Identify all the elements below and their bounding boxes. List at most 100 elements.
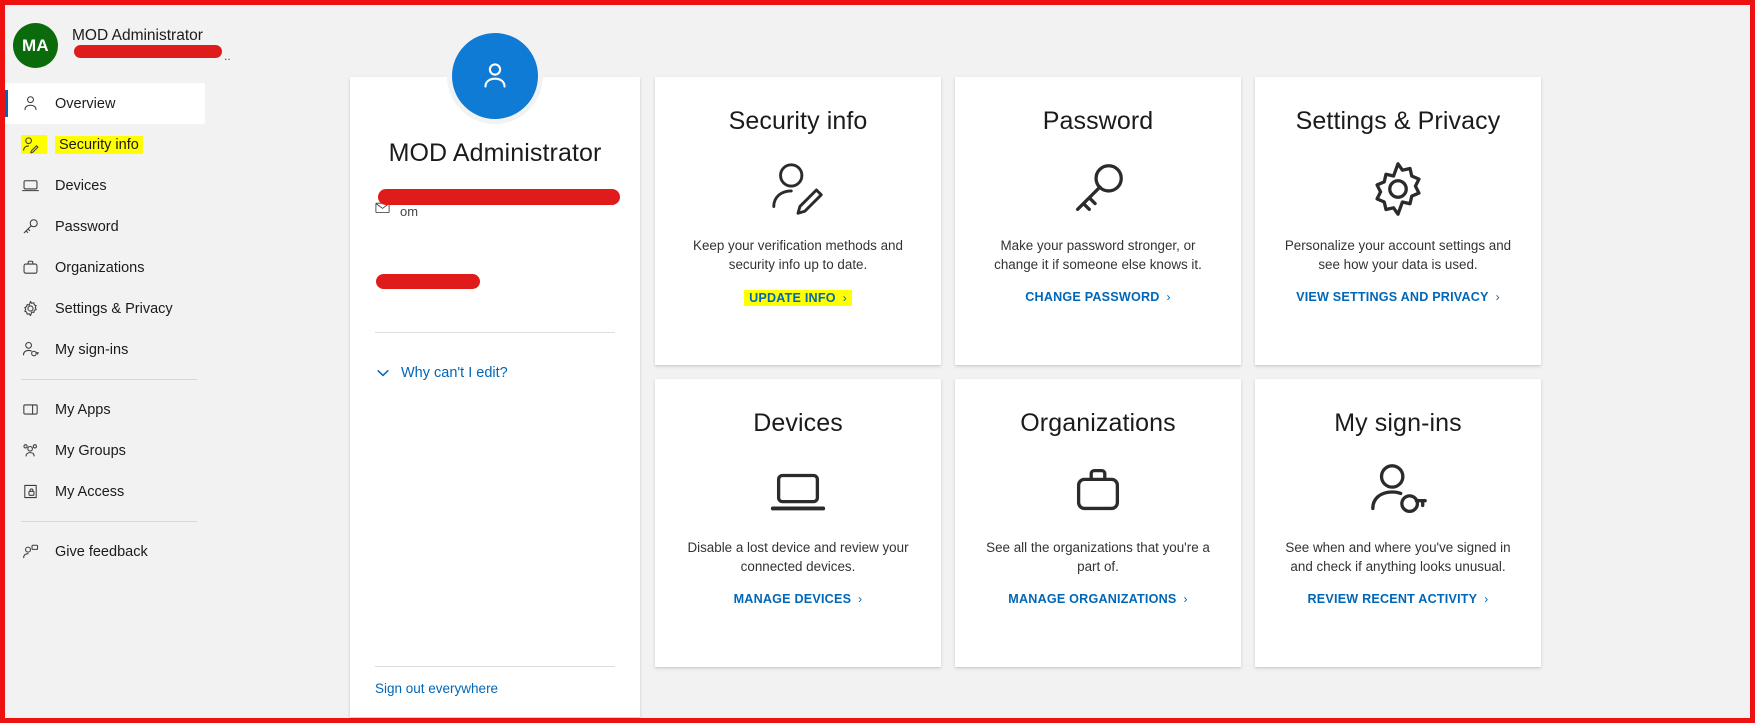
tile-title: Organizations: [1020, 409, 1176, 437]
page-title: MOD Administrator: [388, 139, 602, 167]
tile-description: Disable a lost device and review your co…: [687, 540, 909, 574]
sidebar-item-give-feedback[interactable]: Give feedback: [5, 531, 383, 572]
gear-icon: [21, 299, 47, 318]
sidebar-item-label: Security info: [55, 135, 143, 154]
tile-grid: Security info Keep your verification met…: [655, 77, 1745, 667]
tile-title: Settings & Privacy: [1295, 107, 1501, 135]
person-icon: [21, 94, 47, 113]
sidebar-item-label: My Access: [55, 483, 125, 500]
header-account-text: MOD Administrator ..: [72, 23, 231, 63]
laptop-icon: [767, 460, 829, 522]
sidebar-nav-list: Overview Security info Devices Password …: [5, 83, 383, 572]
sidebar-item-password[interactable]: Password: [5, 206, 383, 247]
tile-description: Keep your verification methods and secur…: [693, 238, 903, 272]
sidebar-item-devices[interactable]: Devices: [5, 165, 383, 206]
sidebar-item-my-access[interactable]: My Access: [5, 471, 383, 512]
sidebar-item-organizations[interactable]: Organizations: [5, 247, 383, 288]
view-settings-and-privacy-link[interactable]: VIEW SETTINGS AND PRIVACY ›: [1296, 290, 1500, 304]
tile-link-label: MANAGE ORGANIZATIONS: [1008, 592, 1177, 606]
sidebar-item-label: My sign-ins: [55, 341, 129, 358]
tile-link-label: MANAGE DEVICES: [733, 592, 852, 606]
sidebar-item-security-info[interactable]: Security info: [5, 124, 383, 165]
account-header: MA MOD Administrator ..: [5, 5, 383, 75]
tile-settings-privacy[interactable]: Settings & Privacy Personalize your acco…: [1255, 77, 1541, 365]
sidebar-divider-2: [21, 521, 197, 522]
why-cant-i-edit-label: Why can't I edit?: [401, 365, 508, 381]
feedback-icon: [21, 542, 47, 561]
sidebar: MA MOD Administrator .. Overview Securit…: [5, 5, 383, 718]
email-visible-fragment: om: [400, 204, 419, 219]
sidebar-item-my-groups[interactable]: My Groups: [5, 430, 383, 471]
sidebar-item-label: Settings & Privacy: [55, 300, 173, 317]
header-email-redaction: [74, 45, 222, 58]
tile-my-sign-ins[interactable]: My sign-ins See when and where you've si…: [1255, 379, 1541, 667]
change-password-link[interactable]: CHANGE PASSWORD ›: [1025, 290, 1171, 304]
sidebar-item-settings-privacy[interactable]: Settings & Privacy: [5, 288, 383, 329]
tile-link-label: UPDATE INFO: [749, 291, 836, 305]
key-icon: [21, 217, 47, 236]
sidebar-item-label: Overview: [55, 95, 116, 112]
chevron-right-icon: ›: [842, 291, 847, 305]
tile-link-label: VIEW SETTINGS AND PRIVACY: [1296, 290, 1489, 304]
chevron-right-icon: ›: [1484, 592, 1489, 606]
avatar: [447, 28, 543, 124]
update-info-link[interactable]: UPDATE INFO ›: [744, 290, 852, 306]
apps-icon: [21, 400, 47, 419]
tile-title: Password: [1042, 107, 1154, 135]
profile-card: MOD Administrator om Why can't I edit? S…: [350, 28, 640, 717]
my-account-overview-page: MA MOD Administrator .. Overview Securit…: [0, 0, 1755, 723]
email-redaction: [378, 189, 620, 205]
tile-title: My sign-ins: [1334, 409, 1462, 437]
person-key-icon: [21, 340, 47, 359]
chevron-right-icon: ›: [858, 592, 863, 606]
tile-security-info[interactable]: Security info Keep your verification met…: [655, 77, 941, 365]
review-recent-activity-link[interactable]: REVIEW RECENT ACTIVITY ›: [1308, 592, 1489, 606]
tile-description: See when and where you've signed in and …: [1285, 540, 1511, 574]
laptop-icon: [21, 176, 47, 195]
sidebar-item-label: Organizations: [55, 259, 145, 276]
chevron-right-icon: ›: [1183, 592, 1188, 606]
why-cant-i-edit-toggle[interactable]: Why can't I edit?: [375, 365, 508, 381]
tile-description: See all the organizations that you're a …: [986, 540, 1210, 574]
sidebar-item-label: Password: [55, 218, 119, 235]
person-edit-icon: [21, 135, 47, 154]
tile-title: Security info: [728, 107, 868, 135]
sidebar-divider-1: [21, 379, 197, 380]
profile-divider-bottom: [375, 666, 615, 667]
tile-link-label: REVIEW RECENT ACTIVITY: [1307, 592, 1478, 606]
gear-icon: [1367, 158, 1429, 220]
sidebar-item-label: Give feedback: [55, 543, 148, 560]
profile-email-row: om: [350, 189, 640, 289]
key-icon: [1067, 158, 1129, 220]
tile-organizations[interactable]: Organizations See all the organizations …: [955, 379, 1241, 667]
sidebar-item-label: My Apps: [55, 401, 111, 418]
phone-redaction: [376, 274, 480, 289]
header-email-overflow: ..: [224, 49, 231, 63]
person-key-icon: [1367, 460, 1429, 522]
profile-divider-top: [375, 332, 615, 333]
tile-description: Make your password stronger, or change i…: [994, 238, 1202, 272]
sidebar-item-label: My Groups: [55, 442, 126, 459]
sidebar-item-my-apps[interactable]: My Apps: [5, 389, 383, 430]
sidebar-item-label: Devices: [55, 177, 107, 194]
header-avatar: MA: [13, 23, 58, 68]
chevron-right-icon: ›: [1495, 290, 1500, 304]
briefcase-icon: [21, 258, 47, 277]
groups-icon: [21, 441, 47, 460]
manage-organizations-link[interactable]: MANAGE ORGANIZATIONS ›: [1008, 592, 1187, 606]
tile-description: Personalize your account settings and se…: [1284, 238, 1512, 272]
sidebar-item-overview[interactable]: Overview: [5, 83, 205, 124]
briefcase-icon: [1067, 460, 1129, 522]
tile-title: Devices: [753, 409, 843, 437]
chevron-down-icon: [375, 365, 391, 381]
manage-devices-link[interactable]: MANAGE DEVICES ›: [734, 592, 863, 606]
sign-out-everywhere-link[interactable]: Sign out everywhere: [375, 681, 498, 696]
tile-password[interactable]: Password Make your password stronger, or…: [955, 77, 1241, 365]
access-lock-icon: [21, 482, 47, 501]
chevron-right-icon: ›: [1166, 290, 1171, 304]
person-edit-icon: [767, 158, 829, 220]
header-account-name: MOD Administrator: [72, 27, 203, 44]
main-content: MOD Administrator om Why can't I edit? S…: [350, 5, 1745, 718]
tile-devices[interactable]: Devices Disable a lost device and review…: [655, 379, 941, 667]
sidebar-item-my-sign-ins[interactable]: My sign-ins: [5, 329, 383, 370]
